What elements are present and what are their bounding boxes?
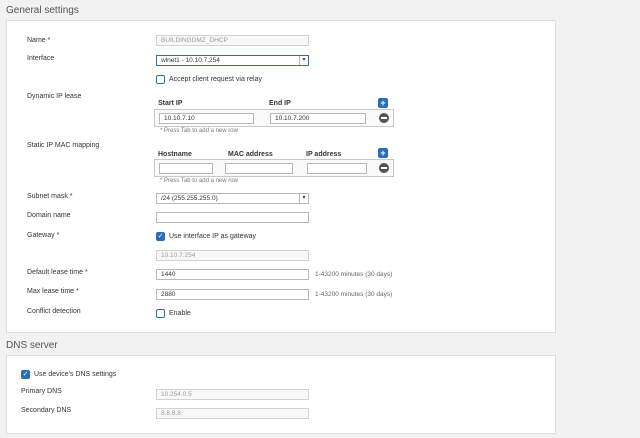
name-label: Name * — [27, 37, 51, 44]
primary-dns-label: Primary DNS — [21, 388, 62, 395]
default-lease-input[interactable]: 1440 — [156, 269, 309, 280]
general-settings-panel: Name * BUILDINGDMZ_DHCP Interface wlnet1… — [6, 20, 556, 333]
default-lease-label: Default lease time * — [27, 269, 88, 276]
gateway-label: Gateway * — [27, 232, 60, 239]
name-field[interactable]: BUILDINGDMZ_DHCP — [156, 35, 309, 46]
subnet-mask-label: Subnet mask * — [27, 193, 73, 200]
dns-server-title: DNS server — [6, 340, 58, 351]
secondary-dns-label: Secondary DNS — [21, 407, 72, 414]
dynamic-ip-label: Dynamic IP lease — [27, 93, 82, 100]
subnet-mask-value: /24 (255.255.255.0) — [161, 195, 218, 202]
dns-server-panel: ✓ Use device's DNS settings Primary DNS … — [6, 355, 556, 434]
conflict-detection-label: Conflict detection — [27, 308, 81, 315]
hostname-header: Hostname — [158, 151, 192, 158]
end-ip-input[interactable]: 10.10.7.200 — [270, 113, 366, 124]
plus-icon: + — [380, 148, 386, 158]
general-settings-title: General settings — [6, 5, 79, 16]
start-ip-header: Start IP — [158, 100, 183, 107]
start-ip-input[interactable]: 10.10.7.10 — [159, 113, 254, 124]
conflict-detection-checkbox[interactable] — [156, 309, 165, 318]
primary-dns-input[interactable]: 10.254.0.5 — [156, 389, 309, 400]
gateway-input[interactable]: 10.10.7.254 — [156, 250, 309, 261]
check-icon: ✓ — [157, 233, 164, 240]
add-static-row-button[interactable]: + — [378, 148, 388, 158]
domain-name-input[interactable] — [156, 212, 309, 223]
add-dynamic-row-button[interactable]: + — [378, 98, 388, 108]
max-lease-input[interactable]: 2880 — [156, 289, 309, 300]
dynamic-ip-grid: 10.10.7.10 10.10.7.200 — [154, 109, 394, 127]
ip-address-input[interactable] — [307, 163, 367, 174]
use-interface-gateway-checkbox[interactable]: ✓ — [156, 232, 165, 241]
interface-select-value: wlnet1 - 10.10.7.254 — [161, 57, 220, 64]
domain-name-label: Domain name — [27, 212, 71, 219]
default-lease-range: 1-43200 minutes (30 days) — [315, 271, 393, 278]
accept-relay-checkbox[interactable] — [156, 75, 165, 84]
static-mapping-grid — [154, 159, 394, 177]
secondary-dns-input[interactable]: 8.8.8.8 — [156, 408, 309, 419]
check-icon: ✓ — [22, 371, 29, 378]
remove-static-row-button[interactable] — [379, 163, 389, 173]
chevron-down-icon: ▾ — [299, 56, 308, 65]
static-mapping-label: Static IP MAC mapping — [27, 142, 100, 149]
max-lease-label: Max lease time * — [27, 288, 79, 295]
tab-hint-static: * Press Tab to add a new row — [160, 178, 238, 184]
use-device-dns-checkbox[interactable]: ✓ — [21, 370, 30, 379]
ip-address-header: IP address — [306, 151, 342, 158]
max-lease-range: 1-43200 minutes (30 days) — [315, 291, 393, 298]
subnet-mask-select[interactable]: /24 (255.255.255.0) ▾ — [156, 193, 309, 204]
mac-address-input[interactable] — [225, 163, 293, 174]
interface-label: Interface — [27, 55, 55, 62]
use-device-dns-label: Use device's DNS settings — [34, 371, 117, 378]
accept-relay-label: Accept client request via relay — [169, 76, 262, 83]
mac-address-header: MAC address — [228, 151, 273, 158]
remove-dynamic-row-button[interactable] — [379, 113, 389, 123]
use-interface-gateway-label: Use interface IP as gateway — [169, 233, 257, 240]
conflict-detection-enable-label: Enable — [169, 310, 191, 317]
interface-select[interactable]: wlnet1 - 10.10.7.254 ▾ — [156, 55, 309, 66]
chevron-down-icon: ▾ — [299, 194, 308, 203]
plus-icon: + — [380, 98, 386, 108]
hostname-input[interactable] — [159, 163, 213, 174]
end-ip-header: End IP — [269, 100, 291, 107]
tab-hint-dynamic: * Press Tab to add a new row — [160, 128, 238, 134]
